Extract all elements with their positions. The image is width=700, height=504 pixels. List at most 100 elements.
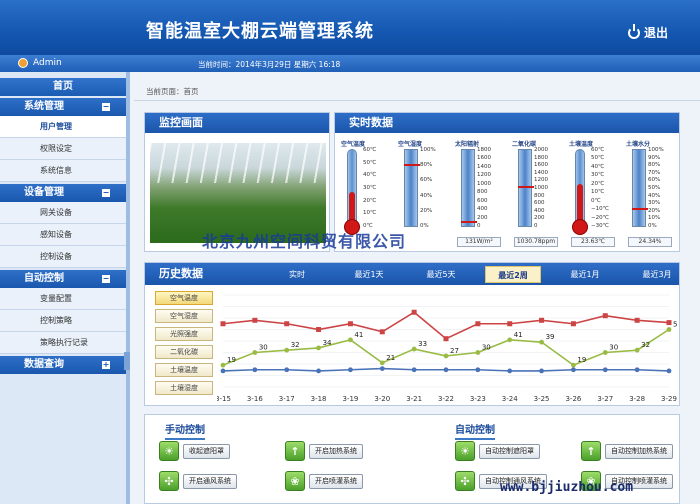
sidebar-home[interactable]: 首页	[0, 78, 126, 96]
tab-0[interactable]: 实时	[269, 266, 325, 283]
current-time: 当前时间：2014年3月29日 星期六 16:18	[198, 60, 341, 69]
data-label: 30	[259, 344, 268, 352]
level-bar	[461, 149, 477, 227]
sidebar-group-0[interactable]: 系统管理 −	[0, 98, 126, 116]
history-panel: 历史数据 实时 最近1天 最近5天 最近2周 最近1月 最近3月 空气温度 空气湿度 光照强度…	[144, 262, 680, 406]
sidebar-groups: 系统管理 − 用户管理 权限设定 系统信息设备管理 − 网关设备 感知设备 控制设备自动控制 − 变…	[0, 98, 126, 374]
series-button-2[interactable]: 光照强度	[155, 327, 213, 341]
series-point	[379, 329, 385, 335]
series-button-1[interactable]: 空气湿度	[155, 309, 213, 323]
manual-control-title: 手动控制	[165, 421, 205, 440]
collapse-icon[interactable]: −	[102, 189, 110, 197]
gauge-tick: 60%	[648, 177, 661, 184]
gauge-ticks: 60℃ 50℃ 40℃ 30℃ 20℃ 10℃ 0℃	[363, 147, 393, 229]
series-button-5[interactable]: 土壤湿度	[155, 381, 213, 395]
sidebar-item-1-2[interactable]: 控制设备	[0, 246, 126, 268]
series-button-3[interactable]: 二氧化碳	[155, 345, 213, 359]
gauge-tick: 800	[534, 192, 545, 199]
series-point	[411, 309, 417, 315]
expand-icon[interactable]: +	[102, 361, 110, 369]
sidebar-item-1-1[interactable]: 感知设备	[0, 224, 126, 246]
series-point	[634, 317, 640, 323]
series-point	[507, 368, 513, 374]
gauge-tick: 80%	[420, 162, 433, 169]
data-label: 33	[418, 340, 427, 348]
series-point	[379, 366, 385, 371]
current-user: Admin	[18, 58, 62, 68]
series-point	[443, 336, 449, 342]
auto-device-icon: ☀	[455, 441, 475, 461]
gauge-tick: 400	[534, 207, 545, 214]
thermometer-tube	[575, 149, 585, 227]
sidebar-item-0-2[interactable]: 系统信息	[0, 160, 126, 182]
gauge-tick: 0℃	[591, 197, 601, 204]
level-marker	[518, 186, 534, 189]
sidebar-group-2[interactable]: 自动控制 −	[0, 270, 126, 288]
gauge-tick: 400	[477, 206, 488, 213]
gauge-tick: 10%	[648, 215, 661, 222]
sidebar-group-label: 设备管理	[24, 187, 64, 198]
tab-4[interactable]: 最近1月	[557, 266, 613, 283]
manual-button-0[interactable]: 收起遮阳罩	[183, 443, 230, 459]
sidebar-item-0-1[interactable]: 权限设定	[0, 138, 126, 160]
gauge-tick: 800	[477, 189, 488, 196]
gauge-tick: 1800	[534, 154, 548, 161]
data-label: 34	[323, 339, 332, 347]
series-button-4[interactable]: 土壤温度	[155, 363, 213, 377]
sidebar-item-2-0[interactable]: 变量配置	[0, 288, 126, 310]
manual-button-2[interactable]: 开启通风系统	[183, 473, 237, 489]
gauge-tick: 1600	[477, 155, 491, 162]
auto-button-1[interactable]: 自动控制加热系统	[605, 443, 673, 459]
tab-3[interactable]: 最近2周	[485, 266, 541, 283]
series-point	[602, 313, 608, 319]
gauge-3: 二氧化碳 2000 1800 1600 1400 1200 1000 800 600 400 200…	[512, 139, 566, 247]
gauge-tick: 1800	[477, 147, 491, 153]
collapse-icon[interactable]: −	[102, 275, 110, 283]
series-point	[252, 317, 258, 323]
gauge-tick: 1200	[534, 177, 548, 184]
sidebar-group-3[interactable]: 数据查询 +	[0, 356, 126, 374]
sidebar-item-2-1[interactable]: 控制策略	[0, 310, 126, 332]
series-button-0[interactable]: 空气温度	[155, 291, 213, 305]
gauge-ticks: 100% 90% 80% 70% 60% 50% 40% 30% 20% 10% 0%	[648, 147, 678, 229]
tab-1[interactable]: 最近1天	[341, 266, 397, 283]
x-tick-label: 3-15	[217, 395, 231, 403]
collapse-icon[interactable]: −	[102, 103, 110, 111]
sidebar-item-1-0[interactable]: 网关设备	[0, 202, 126, 224]
data-label: 41	[354, 331, 363, 339]
sidebar-item-0-0[interactable]: 用户管理	[0, 116, 126, 138]
gauge-tick: 2000	[534, 147, 548, 153]
auto-button-0[interactable]: 自动控制遮阳罩	[479, 443, 540, 459]
auto-device-icon: ↑	[581, 441, 601, 461]
series-point	[475, 350, 481, 355]
manual-button-1[interactable]: 开启加热系统	[309, 443, 363, 459]
sidebar-item-2-2[interactable]: 策略执行记录	[0, 332, 126, 354]
monitor-title: 监控画面	[145, 113, 329, 133]
series-point	[539, 317, 545, 323]
sidebar-group-label: 自动控制	[24, 273, 64, 284]
sidebar-collapse-handle[interactable]	[124, 352, 130, 370]
gauge-tick: 40%	[648, 192, 661, 199]
sidebar-group-label: 数据查询	[24, 359, 64, 370]
series-point	[348, 367, 353, 373]
gauge-ticks: 100% 80% 60% 40% 20% 0%	[420, 147, 450, 229]
logout-label: 退出	[643, 26, 668, 40]
manual-button-3[interactable]: 开启喷灌系统	[309, 473, 363, 489]
gauge-tick: 600	[534, 200, 545, 207]
series-point	[348, 337, 353, 343]
sidebar-group-1[interactable]: 设备管理 −	[0, 184, 126, 202]
gauge-tick: 70%	[648, 169, 661, 176]
gauge-tick: 20%	[648, 207, 661, 214]
tab-2[interactable]: 最近5天	[413, 266, 469, 283]
x-tick-label: 3-24	[502, 395, 518, 403]
x-tick-label: 3-20	[374, 395, 390, 403]
gauge-value: 1030.78ppm	[514, 237, 558, 247]
logout-button[interactable]: 退出	[627, 23, 668, 41]
series-point	[634, 347, 640, 353]
x-tick-label: 3-21	[406, 395, 422, 403]
tab-5[interactable]: 最近3月	[629, 266, 685, 283]
auto-control-0: ☀ 自动控制遮阳罩	[455, 441, 540, 461]
series-point	[284, 347, 290, 353]
thermometer-bulb	[572, 219, 588, 235]
data-label: 32	[291, 341, 300, 349]
